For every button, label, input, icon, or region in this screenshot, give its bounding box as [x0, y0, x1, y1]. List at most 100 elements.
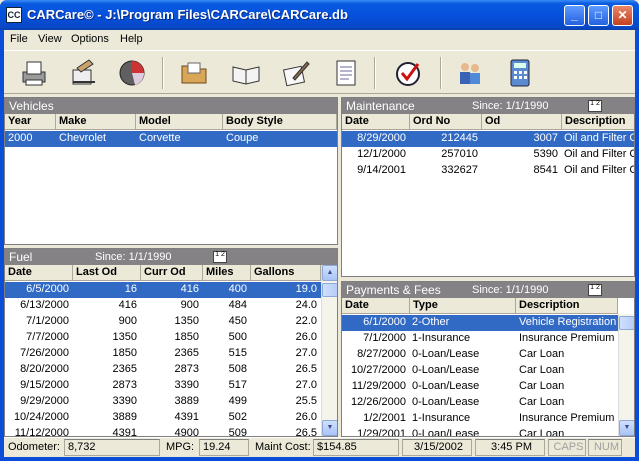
table-row[interactable]: 9/14/2001 332627 8541 Oil and Filter Chan: [342, 163, 634, 179]
table-row[interactable]: 7/1/2000 900 1350 450 22.0: [5, 314, 321, 330]
fuel-curr-od: 2873: [174, 363, 199, 375]
caps-indicator: CAPS: [548, 439, 586, 456]
client-area: File View Options Help Vehicles Year Mak…: [4, 30, 635, 457]
status-date: 3/15/2002: [402, 439, 472, 456]
table-row[interactable]: 9/15/2000 2873 3390 517 27.0: [5, 378, 321, 394]
sort-order-icon[interactable]: 1 2: [588, 284, 602, 296]
folder-icon[interactable]: [176, 55, 212, 91]
maximize-button[interactable]: □: [588, 5, 609, 26]
menu-view[interactable]: View: [38, 33, 62, 45]
column-header-year[interactable]: Year: [5, 114, 56, 130]
column-header-miles[interactable]: Miles: [203, 265, 251, 281]
column-header-description[interactable]: Description: [516, 298, 618, 314]
odometer-label: Odometer:: [8, 441, 60, 453]
column-header-model[interactable]: Model: [136, 114, 223, 130]
fuel-gallons: 24.0: [295, 299, 317, 311]
sort-order-icon[interactable]: 1 2: [213, 251, 227, 263]
column-header-type[interactable]: Type: [410, 298, 516, 314]
calculator-icon[interactable]: [502, 55, 538, 91]
scroll-thumb[interactable]: [322, 283, 337, 297]
people-icon[interactable]: [452, 55, 488, 91]
fuel-curr-od: 3889: [174, 395, 199, 407]
checkmark-icon[interactable]: [390, 55, 426, 91]
column-header-description[interactable]: Description: [562, 114, 634, 130]
fuel-date: 11/12/2000: [14, 427, 69, 437]
payment-type: 1-Insurance: [412, 332, 471, 344]
column-header-body-style[interactable]: Body Style: [223, 114, 337, 130]
fuel-gallons: 19.0: [295, 283, 317, 295]
column-header-make[interactable]: Make: [56, 114, 136, 130]
maint-description: Oil and Filter Chan: [564, 148, 634, 160]
fuel-title: Fuel: [9, 250, 33, 264]
scroll-up-button[interactable]: ▲: [322, 265, 337, 281]
title-bar[interactable]: CC CARCare© - J:\Program Files\CARCare\C…: [0, 0, 639, 30]
close-button[interactable]: ✕: [612, 5, 633, 26]
fuel-date: 8/20/2000: [20, 363, 69, 375]
toolbar: [4, 50, 635, 94]
fuel-date: 9/15/2000: [20, 379, 69, 391]
table-row[interactable]: 12/1/2000 257010 5390 Oil and Filter Chan: [342, 147, 634, 163]
column-header-ord-no[interactable]: Ord No: [410, 114, 482, 130]
pen-paper-icon[interactable]: [278, 55, 314, 91]
menu-options[interactable]: Options: [71, 33, 109, 45]
app-icon[interactable]: CC: [6, 7, 22, 23]
table-row[interactable]: 8/29/2000 212445 3007 Oil and Filter Chan: [342, 131, 634, 147]
vehicle-make: Chevrolet: [59, 132, 107, 144]
column-header-od[interactable]: Od: [482, 114, 562, 130]
fuel-gallons: 25.5: [295, 395, 317, 407]
printer-icon[interactable]: [16, 55, 52, 91]
fuel-curr-od: 2365: [174, 347, 199, 359]
payment-description: Car Loan: [519, 380, 565, 392]
column-header-curr-od[interactable]: Curr Od: [141, 265, 203, 281]
payment-description: Car Loan: [519, 348, 565, 360]
table-row[interactable]: 1/2/2001 1-Insurance Insurance Premium: [342, 411, 618, 427]
menu-help[interactable]: Help: [120, 33, 143, 45]
table-row[interactable]: 2000 Chevrolet Corvette Coupe: [5, 131, 337, 147]
payment-date: 7/1/2000: [363, 332, 406, 344]
logbook-icon[interactable]: [228, 55, 264, 91]
table-row[interactable]: 6/13/2000 416 900 484 24.0: [5, 298, 321, 314]
pie-chart-icon[interactable]: [114, 55, 150, 91]
wizard-icon[interactable]: [66, 55, 102, 91]
column-header-date[interactable]: Date: [342, 114, 410, 130]
payment-description: Car Loan: [519, 364, 565, 376]
table-row[interactable]: 7/7/2000 1350 1850 500 26.0: [5, 330, 321, 346]
table-row[interactable]: 6/5/2000 16 416 400 19.0: [5, 282, 321, 298]
table-row[interactable]: 12/26/2000 0-Loan/Lease Car Loan: [342, 395, 618, 411]
table-row[interactable]: 7/1/2000 1-Insurance Insurance Premium: [342, 331, 618, 347]
fuel-date: 9/29/2000: [20, 395, 69, 407]
column-header-date[interactable]: Date: [5, 265, 73, 281]
payment-date: 8/27/2000: [357, 348, 406, 360]
table-row[interactable]: 11/12/2000 4391 4900 509 26.5: [5, 426, 321, 437]
payments-scrollbar[interactable]: ▼: [618, 314, 634, 436]
maint-odometer: 8541: [533, 164, 558, 176]
table-row[interactable]: 10/24/2000 3889 4391 502 26.0: [5, 410, 321, 426]
table-row[interactable]: 8/27/2000 0-Loan/Lease Car Loan: [342, 347, 618, 363]
column-header-date[interactable]: Date: [342, 298, 410, 314]
table-row[interactable]: 8/20/2000 2365 2873 508 26.5: [5, 362, 321, 378]
column-header-last-od[interactable]: Last Od: [73, 265, 141, 281]
table-row[interactable]: 10/27/2000 0-Loan/Lease Car Loan: [342, 363, 618, 379]
scroll-thumb[interactable]: [619, 316, 634, 330]
table-row[interactable]: 1/29/2001 0-Loan/Lease Car Loan: [342, 427, 618, 437]
app-window: CC CARCare© - J:\Program Files\CARCare\C…: [0, 0, 639, 461]
sort-order-icon[interactable]: 1 2: [588, 100, 602, 112]
minimize-button[interactable]: _: [564, 5, 585, 26]
scroll-down-button[interactable]: ▼: [619, 420, 634, 436]
table-row[interactable]: 9/29/2000 3390 3889 499 25.5: [5, 394, 321, 410]
maint-date: 12/1/2000: [357, 148, 406, 160]
table-row[interactable]: 7/26/2000 1850 2365 515 27.0: [5, 346, 321, 362]
notepad-icon[interactable]: [328, 55, 364, 91]
scroll-down-button[interactable]: ▼: [322, 420, 337, 436]
fuel-gallons: 27.0: [295, 347, 317, 359]
fuel-curr-od: 4391: [174, 411, 199, 423]
window-title: CARCare© - J:\Program Files\CARCare\CARC…: [27, 7, 348, 22]
payment-description: Car Loan: [519, 428, 565, 437]
table-row[interactable]: 11/29/2000 0-Loan/Lease Car Loan: [342, 379, 618, 395]
fuel-scrollbar[interactable]: ▲ ▼: [321, 265, 337, 436]
fuel-miles: 484: [228, 299, 247, 311]
menu-file[interactable]: File: [10, 33, 28, 45]
maintenance-since: Since: 1/1/1990: [472, 100, 549, 112]
table-row[interactable]: 6/1/2000 2-Other Vehicle Registration: [342, 315, 618, 331]
column-header-gallons[interactable]: Gallons: [251, 265, 321, 281]
